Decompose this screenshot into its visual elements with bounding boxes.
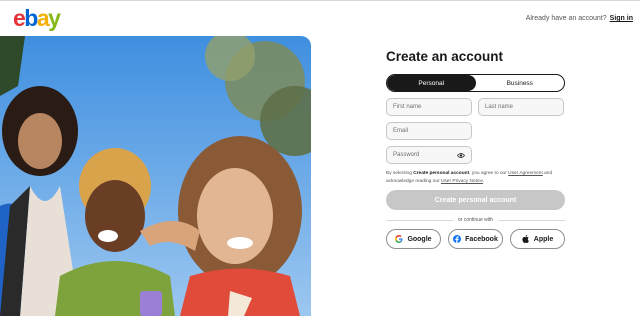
account-type-toggle: Personal Business xyxy=(386,74,565,92)
logo-letter-b: b xyxy=(24,5,38,31)
logo-letter-e: e xyxy=(13,5,26,31)
email-row: Email xyxy=(386,122,565,140)
password-field[interactable]: Password xyxy=(386,146,472,164)
email-field[interactable]: Email xyxy=(386,122,472,140)
page-title: Create an account xyxy=(386,49,504,64)
signup-page: ebay Already have an account? Sign in Cr… xyxy=(0,0,640,316)
ebay-logo[interactable]: ebay xyxy=(13,5,61,31)
legal-middle: , you agree to our xyxy=(469,171,509,176)
logo-letter-a: a xyxy=(36,5,50,31)
google-button[interactable]: Google xyxy=(386,229,441,249)
google-label: Google xyxy=(407,235,432,243)
signin-link[interactable]: Sign in xyxy=(610,15,633,22)
hero-photo-illustration xyxy=(0,36,311,316)
legal-suffix: . xyxy=(483,178,485,184)
tab-business[interactable]: Business xyxy=(476,75,565,91)
apple-label: Apple xyxy=(533,235,554,243)
hero-image xyxy=(0,36,311,316)
tab-personal[interactable]: Personal xyxy=(387,75,476,91)
apple-icon xyxy=(522,235,530,243)
legal-prefix: By selecting xyxy=(386,171,414,176)
facebook-icon xyxy=(453,235,462,243)
user-agreement-link[interactable]: User Agreement xyxy=(508,171,543,176)
signin-prompt: Already have an account? Sign in xyxy=(526,15,633,22)
signin-prompt-text: Already have an account? xyxy=(525,15,607,22)
divider-text: or continue with xyxy=(452,217,499,223)
apple-button[interactable]: Apple xyxy=(510,229,565,249)
eye-icon[interactable] xyxy=(457,152,465,159)
create-account-button[interactable]: Create personal account xyxy=(386,190,565,210)
privacy-notice-link[interactable]: User Privacy Notice xyxy=(441,179,483,184)
continue-with-divider: or continue with xyxy=(386,217,565,223)
first-name-field[interactable]: First name xyxy=(386,98,472,116)
signup-form: Create an account Personal Business Firs… xyxy=(386,48,565,249)
legal-bold: Create personal account xyxy=(413,171,470,176)
name-row: First name Last name xyxy=(386,98,565,116)
facebook-label: Facebook xyxy=(465,235,498,243)
facebook-button[interactable]: Facebook xyxy=(448,229,503,249)
last-name-field[interactable]: Last name xyxy=(478,98,564,116)
password-row: Password xyxy=(386,146,565,164)
top-bar: ebay Already have an account? Sign in xyxy=(0,0,640,34)
legal-text: By selecting Create personal account, yo… xyxy=(386,170,565,185)
google-icon xyxy=(395,235,403,243)
password-placeholder: Password xyxy=(393,152,420,158)
social-login-row: Google Facebook Apple xyxy=(386,229,565,249)
logo-letter-y: y xyxy=(48,5,61,31)
